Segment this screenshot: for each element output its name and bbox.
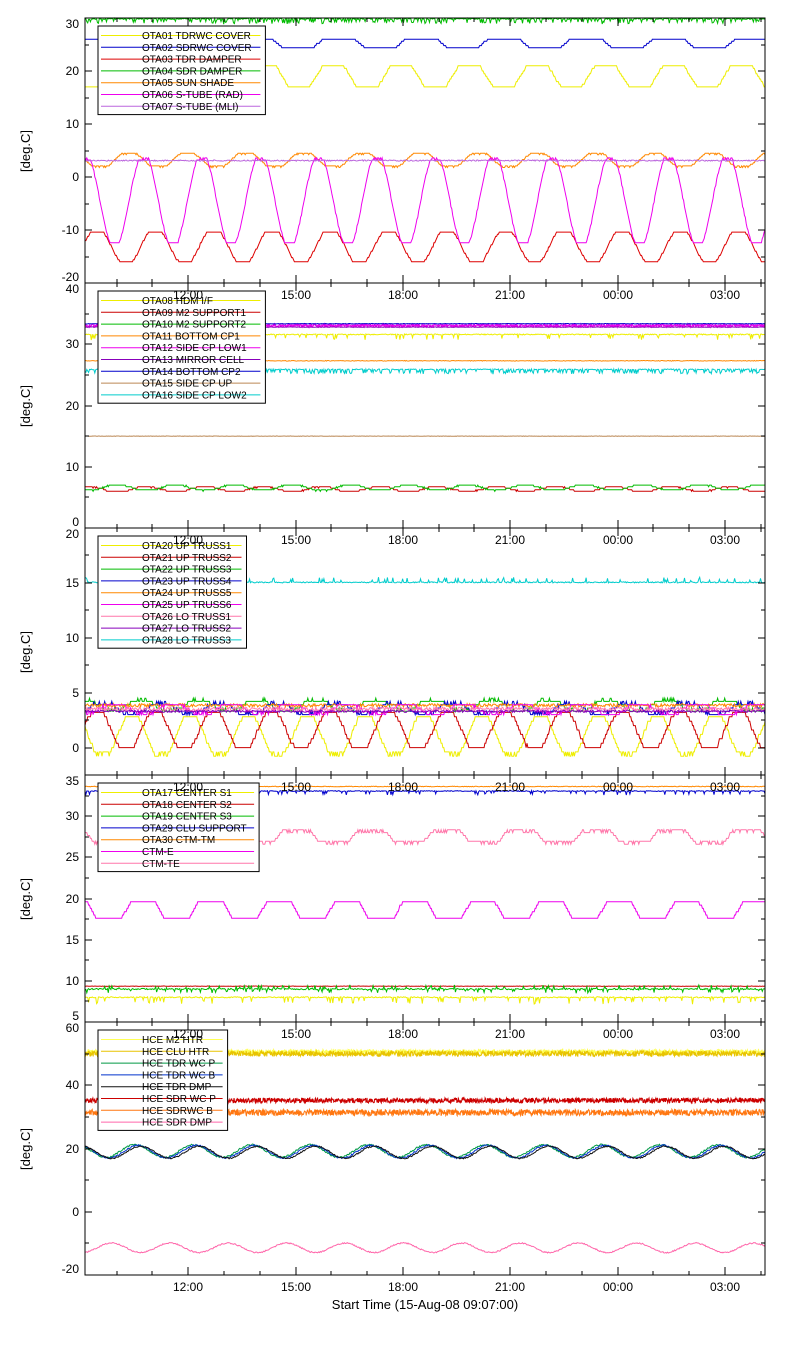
svg-text:OTA23 UP TRUSS4: OTA23 UP TRUSS4 [142,576,232,587]
svg-text:40: 40 [66,1078,80,1092]
svg-text:10: 10 [66,631,80,645]
svg-text:OTA19 CENTER S3: OTA19 CENTER S3 [142,812,232,823]
svg-text:OTA03 TDR DAMPER: OTA03 TDR DAMPER [142,55,242,66]
svg-text:-20: -20 [62,1262,80,1276]
svg-text:OTA09 M2 SUPPORT1: OTA09 M2 SUPPORT1 [142,308,247,319]
svg-text:OTA14 BOTTOM CP2: OTA14 BOTTOM CP2 [142,367,241,378]
svg-text:60: 60 [66,1021,80,1035]
svg-text:HCE CLU HTR: HCE CLU HTR [142,1047,209,1058]
svg-text:30: 30 [66,809,80,823]
svg-text:35: 35 [66,774,80,788]
svg-text:5: 5 [72,686,79,700]
svg-text:00:00: 00:00 [603,1280,633,1294]
svg-text:OTA06 S-TUBE (RAD): OTA06 S-TUBE (RAD) [142,90,243,101]
svg-text:OTA22 UP TRUSS3: OTA22 UP TRUSS3 [142,565,232,576]
svg-text:40: 40 [66,282,80,296]
svg-text:0: 0 [72,170,79,184]
svg-text:10: 10 [66,460,80,474]
svg-text:30: 30 [66,337,80,351]
svg-text:OTA30 CTM-TM: OTA30 CTM-TM [142,835,215,846]
svg-text:20: 20 [66,1142,80,1156]
svg-text:CTM-TE: CTM-TE [142,859,180,870]
svg-text:OTA04 SDR DAMPER: OTA04 SDR DAMPER [142,66,242,77]
svg-text:[deg.C]: [deg.C] [18,631,33,673]
svg-text:0: 0 [72,741,79,755]
svg-text:15: 15 [66,576,80,590]
svg-text:OTA24 UP TRUSS5: OTA24 UP TRUSS5 [142,588,232,599]
svg-text:OTA28 LO TRUSS3: OTA28 LO TRUSS3 [142,635,232,646]
svg-text:OTA07 S-TUBE (MLI): OTA07 S-TUBE (MLI) [142,102,239,113]
telemetry-plot-page: OTA01 TDRWC COVER OTA02 SDRWC COVER OTA03 … [0,0,800,1350]
svg-text:HCE SDRWC B: HCE SDRWC B [142,1106,213,1117]
svg-text:10: 10 [66,974,80,988]
svg-text:OTA12 SIDE CP LOW1: OTA12 SIDE CP LOW1 [142,343,247,354]
temperature-telemetry-chart: OTA01 TDRWC COVEROTA02 SDRWC COVEROTA03 … [18,16,766,1312]
svg-text:15:00: 15:00 [281,1280,311,1294]
svg-text:OTA18 CENTER S2: OTA18 CENTER S2 [142,800,232,811]
svg-text:18:00: 18:00 [388,1280,418,1294]
svg-text:12:00: 12:00 [173,1280,203,1294]
svg-text:10: 10 [66,117,80,131]
svg-text:OTA15 SIDE CP UP: OTA15 SIDE CP UP [142,379,233,390]
svg-text:OTA01 TDRWC COVER: OTA01 TDRWC COVER [142,31,251,42]
svg-text:OTA02 SDRWC COVER: OTA02 SDRWC COVER [142,43,252,54]
svg-text:[deg.C]: [deg.C] [18,878,33,920]
svg-text:[deg.C]: [deg.C] [18,130,33,172]
svg-text:Start Time (15-Aug-08 09:07:00: Start Time (15-Aug-08 09:07:00) [332,1297,518,1312]
svg-text:OTA11 BOTTOM CP1: OTA11 BOTTOM CP1 [142,331,240,342]
svg-text:21:00: 21:00 [495,1280,525,1294]
svg-text:OTA10 M2 SUPPORT2: OTA10 M2 SUPPORT2 [142,320,247,331]
svg-text:HCE SDR DMP: HCE SDR DMP [142,1118,212,1129]
svg-text:OTA05 SUN SHADE: OTA05 SUN SHADE [142,78,234,89]
svg-text:20: 20 [66,399,80,413]
svg-text:OTA13 MIRROR CELL: OTA13 MIRROR CELL [142,355,244,366]
svg-text:HCE TDR DMP: HCE TDR DMP [142,1082,212,1093]
svg-text:OTA25 UP TRUSS6: OTA25 UP TRUSS6 [142,600,232,611]
svg-text:-10: -10 [62,223,80,237]
svg-text:30: 30 [66,17,80,31]
svg-text:20: 20 [66,527,80,541]
svg-text:OTA16 SIDE CP LOW2: OTA16 SIDE CP LOW2 [142,390,247,401]
svg-text:25: 25 [66,850,80,864]
svg-text:0: 0 [72,1205,79,1219]
svg-text:HCE SDR WC P: HCE SDR WC P [142,1094,216,1105]
svg-text:[deg.C]: [deg.C] [18,385,33,427]
svg-text:[deg.C]: [deg.C] [18,1128,33,1170]
svg-text:03:00: 03:00 [710,1280,740,1294]
svg-text:OTA29 CLU SUPPORT: OTA29 CLU SUPPORT [142,823,247,834]
svg-text:OTA27 LO TRUSS2: OTA27 LO TRUSS2 [142,624,232,635]
svg-text:15: 15 [66,933,80,947]
svg-text:HCE TDR WC B: HCE TDR WC B [142,1070,215,1081]
svg-text:HCE TDR WC P: HCE TDR WC P [142,1059,215,1070]
svg-text:20: 20 [66,892,80,906]
svg-text:20: 20 [66,64,80,78]
svg-text:OTA21 UP TRUSS2: OTA21 UP TRUSS2 [142,553,232,564]
svg-text:CTM-E: CTM-E [142,847,174,858]
svg-text:OTA26 LO TRUSS1: OTA26 LO TRUSS1 [142,612,232,623]
